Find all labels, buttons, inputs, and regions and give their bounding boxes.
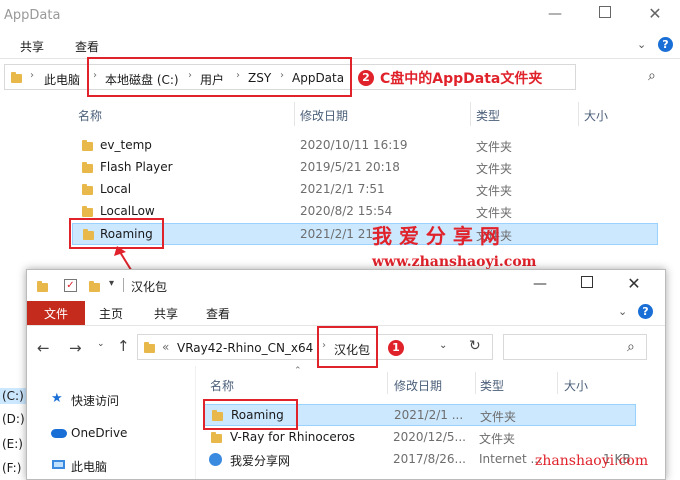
dropdown-arrow-icon[interactable]: ▾ [109,278,114,289]
tab-view[interactable]: 查看 [206,305,230,322]
tab-file[interactable]: 文件 [27,301,85,325]
help-icon[interactable]: ? [638,304,653,319]
nav-onedrive[interactable]: OneDrive [71,426,127,440]
back-button[interactable]: ← [37,339,50,357]
breadcrumb-language-pack[interactable]: 汉化包 [334,341,370,358]
address-dropdown-icon[interactable]: ⌄ [439,340,447,351]
minimize-button[interactable]: — [525,276,555,292]
tab-home[interactable]: 主页 [99,305,123,322]
search-icon[interactable]: ⌕ [627,339,635,355]
column-divider [387,372,388,394]
item-type: Internet ... [479,452,542,466]
list-item[interactable]: V-Ray for Rhinoceros 2020/12/5... 文件夹 [203,428,636,448]
folder-icon [211,432,222,443]
tab-share[interactable]: 共享 [154,305,178,322]
folder-icon [144,342,155,353]
title-separator [123,278,124,292]
search-input[interactable] [503,334,647,360]
folder-icon [89,281,100,292]
nav-quick-access[interactable]: 快速访问 [71,392,119,409]
maximize-button[interactable] [572,276,602,292]
cloud-icon [51,429,67,438]
internet-shortcut-icon [209,453,222,466]
computer-icon [52,460,65,469]
column-divider [475,372,476,394]
up-button[interactable]: ↑ [117,337,130,355]
column-divider [557,372,558,394]
tab-file-label: 文件 [44,307,69,321]
folder-icon [37,281,48,292]
item-date: 2017/8/26... [393,452,466,466]
nav-pane-divider [195,366,196,479]
column-type[interactable]: 类型 [480,377,504,394]
recent-locations-icon[interactable]: ⌄ [97,339,105,349]
window-title: 汉化包 [131,280,168,294]
star-icon: ★ [51,391,63,406]
roaming-highlight [203,399,298,430]
refresh-button[interactable]: ↻ [469,338,481,354]
column-date[interactable]: 修改日期 [394,377,442,394]
annotation-badge-1: 1 [388,340,404,356]
item-date: 2021/2/1 ... [394,408,464,422]
item-type: 文件夹 [479,432,516,446]
column-size[interactable]: 大小 [564,377,588,394]
item-name: V-Ray for Rhinoceros [230,430,355,444]
column-name[interactable]: 名称 [210,377,234,394]
corner-watermark: zhanshaoyi.com [535,453,649,469]
item-type: 文件夹 [480,410,517,424]
item-name: 我爱分享网 [230,454,291,468]
nav-this-pc[interactable]: 此电脑 [71,458,107,475]
breadcrumb-overflow[interactable]: « [162,340,169,354]
chevron-down-icon[interactable]: ⌄ [618,305,627,318]
language-pack-window: ✓ ▾ 汉化包 — ✕ 文件 主页 共享 查看 ⌄ ? ← → ⌄ ↑ « VR… [26,269,666,480]
item-date: 2020/12/5... [393,430,466,444]
close-button[interactable]: ✕ [619,274,649,293]
sort-indicator-icon: ⌃ [294,366,302,376]
breadcrumb-vray[interactable]: VRay42-Rhino_CN_x64 [177,341,313,355]
forward-button[interactable]: → [69,339,82,357]
checkbox-icon[interactable]: ✓ [64,279,77,292]
